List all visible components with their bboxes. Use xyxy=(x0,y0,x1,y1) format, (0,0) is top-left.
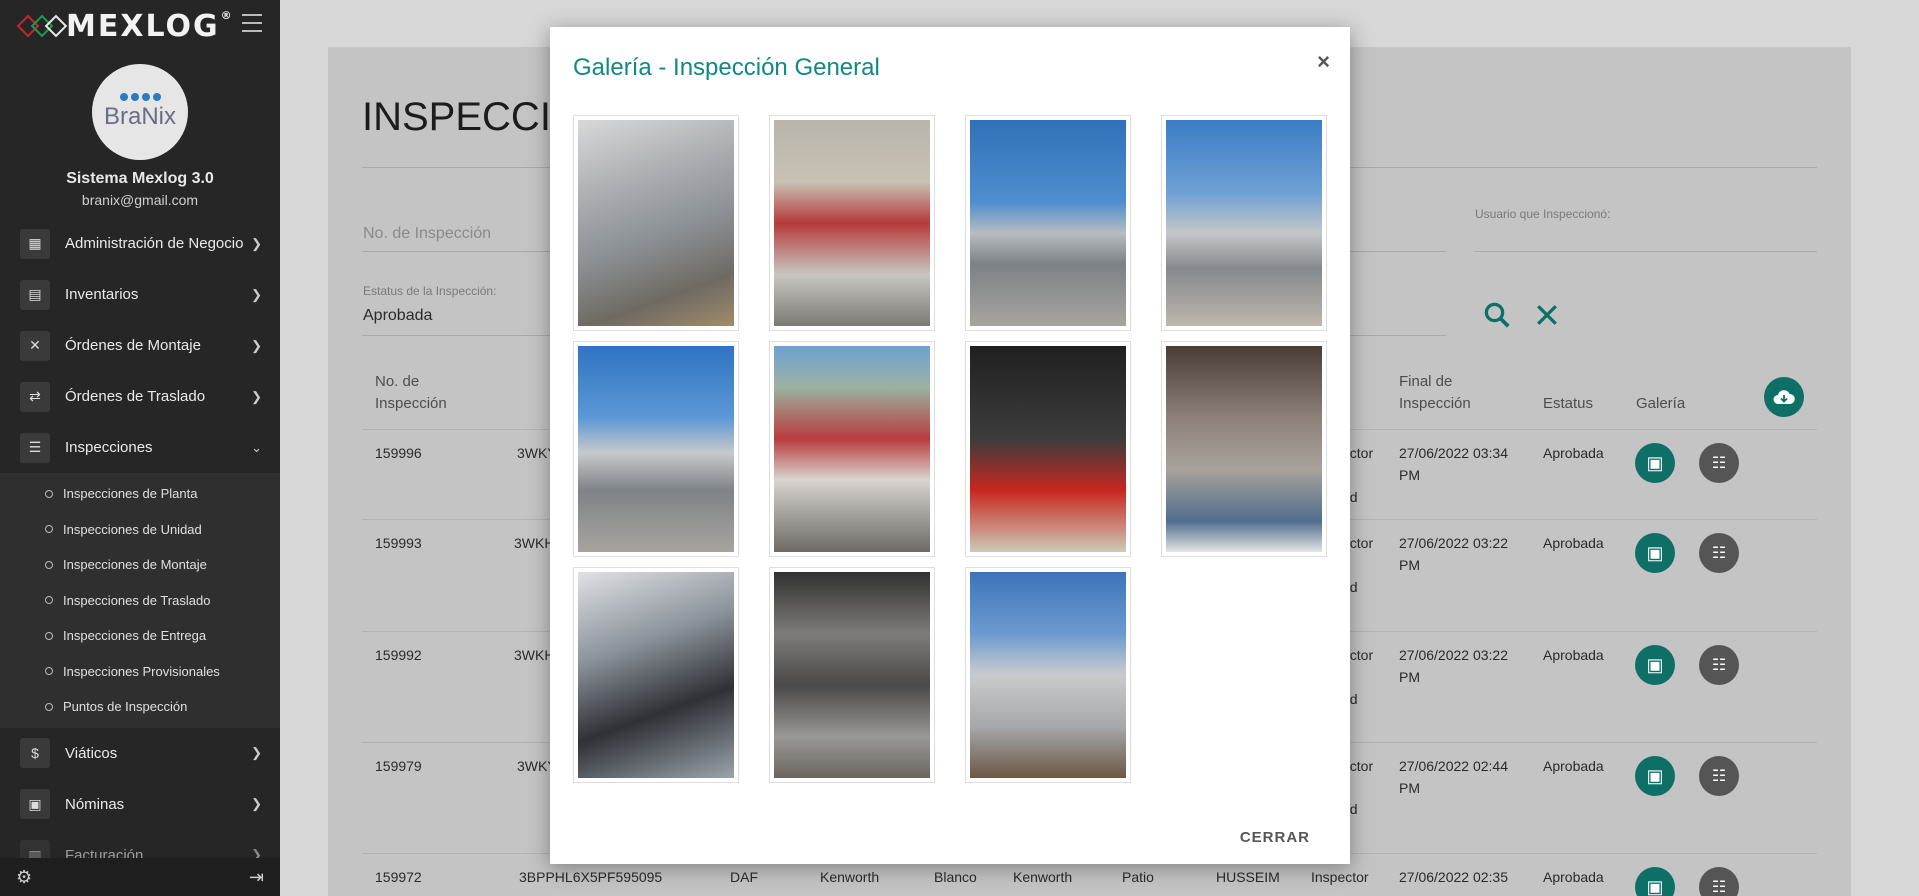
photo-thumbnail[interactable] xyxy=(965,115,1131,331)
photo-thumbnail[interactable] xyxy=(1161,341,1327,557)
sidebar-item-administracion[interactable]: ▦ Administración de Negocio ❯ xyxy=(0,218,280,269)
column-header-no[interactable]: No. de Inspección xyxy=(375,371,447,415)
details-button[interactable]: ☷ xyxy=(1699,443,1739,483)
inspection-number-input[interactable]: No. de Inspección xyxy=(363,225,491,243)
modal-title: Galería - Inspección General xyxy=(573,54,880,81)
tools-icon: ✕ xyxy=(20,330,50,361)
logout-icon[interactable]: ⇥ xyxy=(249,867,264,888)
avatar: BraNix xyxy=(92,64,188,160)
image-icon: ▣ xyxy=(1646,765,1664,786)
status-filter-label: Estatus de la Inspección: xyxy=(363,284,497,298)
photo-thumbnail[interactable] xyxy=(965,341,1131,557)
sidebar-item-nominas[interactable]: ▣ Nóminas ❯ xyxy=(0,779,280,830)
sidebar-item-ordenes-traslado[interactable]: ⇄ Órdenes de Traslado ❯ xyxy=(0,371,280,422)
column-header-final[interactable]: Final de Inspección xyxy=(1399,371,1471,415)
status-filter-select[interactable]: Aprobada xyxy=(363,307,432,325)
logo-icon xyxy=(16,14,68,38)
details-button[interactable]: ☷ xyxy=(1699,533,1739,573)
chevron-right-icon: ❯ xyxy=(251,235,262,251)
circle-icon xyxy=(45,667,53,676)
close-icon[interactable]: × xyxy=(1317,49,1330,75)
user-email: branix@gmail.com xyxy=(81,192,199,208)
building-icon: ▦ xyxy=(20,228,50,259)
system-name: Sistema Mexlog 3.0 xyxy=(66,170,214,187)
logo-bar: MEXLOG® xyxy=(0,0,280,52)
list-icon: ☷ xyxy=(1711,545,1727,562)
list-icon: ☷ xyxy=(1711,455,1727,472)
details-button[interactable]: ☷ xyxy=(1699,645,1739,685)
chevron-down-icon: ⌄ xyxy=(251,439,262,455)
image-icon: ▣ xyxy=(1646,654,1664,675)
dollar-icon: $ xyxy=(20,738,50,768)
chevron-right-icon: ❯ xyxy=(251,745,262,760)
sidebar-item-inspecciones[interactable]: ☰ Inspecciones ⌄ xyxy=(0,422,280,473)
transfer-icon: ⇄ xyxy=(20,381,50,412)
photo-thumbnail[interactable] xyxy=(769,567,935,783)
gear-icon[interactable]: ⚙ xyxy=(16,867,32,888)
submenu-item-provisionales[interactable]: Inspecciones Provisionales xyxy=(0,654,280,690)
cloud-download-icon xyxy=(1773,390,1795,404)
gallery-button[interactable]: ▣ xyxy=(1635,645,1675,685)
circle-icon xyxy=(45,525,53,534)
gallery-button[interactable]: ▣ xyxy=(1635,756,1675,796)
sidebar-item-ordenes-montaje[interactable]: ✕ Órdenes de Montaje ❯ xyxy=(0,320,280,371)
chevron-right-icon: ❯ xyxy=(251,286,262,302)
photo-thumbnail[interactable] xyxy=(1161,115,1327,331)
search-icon[interactable] xyxy=(1482,300,1512,330)
submenu-item-montaje[interactable]: Inspecciones de Montaje xyxy=(0,547,280,583)
inspection-icon: ☰ xyxy=(20,432,50,463)
submenu-item-traslado[interactable]: Inspecciones de Traslado xyxy=(0,583,280,619)
hamburger-menu-icon[interactable] xyxy=(242,14,262,32)
user-filter-label: Usuario que Inspeccionó: xyxy=(1475,207,1611,221)
list-icon: ☷ xyxy=(1711,879,1727,896)
circle-icon xyxy=(45,489,53,498)
sidebar-item-viaticos[interactable]: $ Viáticos ❯ xyxy=(0,728,280,779)
photo-thumbnail[interactable] xyxy=(573,341,739,557)
profile: BraNix Sistema Mexlog 3.0 branix@gmail.c… xyxy=(0,52,280,208)
photo-thumbnail[interactable] xyxy=(769,341,935,557)
close-button[interactable]: CERRAR xyxy=(1240,829,1310,846)
download-button[interactable] xyxy=(1764,377,1804,417)
submenu-item-puntos[interactable]: Puntos de Inspección xyxy=(0,689,280,725)
inspecciones-submenu: Inspecciones de Planta Inspecciones de U… xyxy=(0,473,280,728)
chevron-right-icon: ❯ xyxy=(251,796,262,811)
chevron-right-icon: ❯ xyxy=(251,337,262,353)
brand-logo: MEXLOG® xyxy=(66,8,234,44)
sidebar-item-inventarios[interactable]: ▤ Inventarios ❯ xyxy=(0,269,280,320)
photo-thumbnail[interactable] xyxy=(965,567,1131,783)
circle-icon xyxy=(45,560,53,569)
photo-thumbnail[interactable] xyxy=(573,115,739,331)
clipboard-icon: ▤ xyxy=(20,279,50,310)
photo-thumbnail[interactable] xyxy=(769,115,935,331)
gallery-modal: Galería - Inspección General × CERRAR xyxy=(550,27,1350,864)
submenu-item-entrega[interactable]: Inspecciones de Entrega xyxy=(0,618,280,654)
circle-icon xyxy=(45,596,53,605)
submenu-item-planta[interactable]: Inspecciones de Planta xyxy=(0,476,280,512)
circle-icon xyxy=(45,631,53,640)
image-icon: ▣ xyxy=(1646,876,1664,896)
details-button[interactable]: ☷ xyxy=(1699,756,1739,796)
sidebar-menu: ▦ Administración de Negocio ❯ ▤ Inventar… xyxy=(0,218,280,881)
payroll-icon: ▣ xyxy=(20,789,50,819)
list-icon: ☷ xyxy=(1711,768,1727,785)
submenu-item-unidad[interactable]: Inspecciones de Unidad xyxy=(0,512,280,548)
column-header-estatus[interactable]: Estatus xyxy=(1543,393,1593,415)
column-header-galeria: Galería xyxy=(1636,395,1686,412)
image-icon: ▣ xyxy=(1646,542,1664,563)
list-icon: ☷ xyxy=(1711,657,1727,674)
sidebar: MEXLOG® BraNix Sistema Mexlog 3.0 branix… xyxy=(0,0,280,896)
gallery-button[interactable]: ▣ xyxy=(1635,533,1675,573)
photo-thumbnail[interactable] xyxy=(573,567,739,783)
chevron-right-icon: ❯ xyxy=(251,388,262,404)
circle-icon xyxy=(45,702,53,711)
gallery-button[interactable]: ▣ xyxy=(1635,443,1675,483)
close-icon[interactable] xyxy=(1532,300,1562,330)
sidebar-footer: ⚙ ⇥ xyxy=(0,858,280,896)
image-icon: ▣ xyxy=(1646,452,1664,473)
